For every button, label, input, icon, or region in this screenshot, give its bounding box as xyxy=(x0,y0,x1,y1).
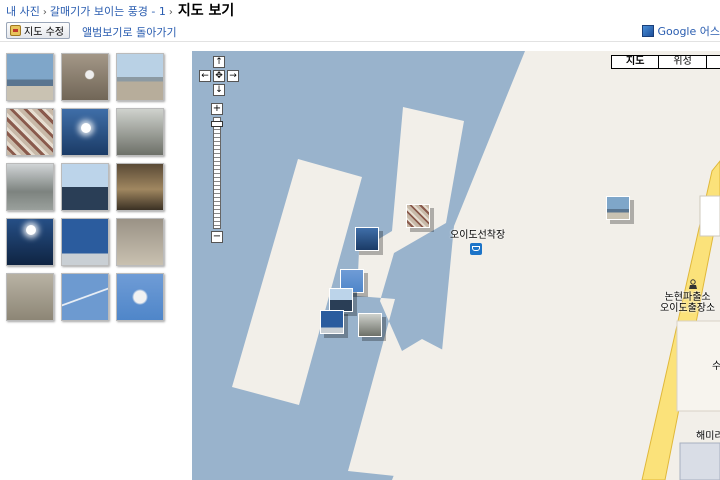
partial-map-label: 해미리 xyxy=(696,431,720,442)
map-photo-marker[interactable] xyxy=(355,227,379,251)
thumbnail-gull-on-beach[interactable] xyxy=(61,53,109,101)
map-type-switcher: 지도 위성 xyxy=(611,55,720,69)
map-type-extra-button[interactable] xyxy=(705,56,720,68)
police-box-label-line1: 논현파출소 xyxy=(664,292,711,303)
page-title: 지도 보기 xyxy=(177,3,235,19)
thumbnail-gulls-on-sand[interactable] xyxy=(6,273,54,321)
breadcrumb: 내 사진 › 갈매기가 보이는 풍경 - 1 › 지도 보기 xyxy=(6,0,235,19)
zoom-in-button[interactable]: + xyxy=(211,103,223,115)
ferry-terminal-label: 오이도선착장 xyxy=(450,230,506,241)
police-box-label-line2: 오이도출장소 xyxy=(660,303,716,314)
thumbnail-sand-birds[interactable] xyxy=(116,218,164,266)
ferry-icon[interactable] xyxy=(470,243,482,255)
thumbnail-gull-sky[interactable] xyxy=(6,53,54,101)
zoom-control: + − xyxy=(211,103,225,243)
map-type-satellite-button[interactable]: 위성 xyxy=(658,56,705,68)
map-photo-marker[interactable] xyxy=(606,196,630,220)
thumbnail-sun-glare-sea[interactable] xyxy=(6,218,54,266)
breadcrumb-separator: › xyxy=(168,7,173,18)
thumbnail-gull-in-flight[interactable] xyxy=(116,273,164,321)
edit-map-label: 지도 수정 xyxy=(24,27,64,38)
zoom-slider[interactable] xyxy=(211,117,223,229)
thumbnail-contrail-sky[interactable] xyxy=(61,273,109,321)
pan-down-button[interactable]: ↓ xyxy=(213,84,225,96)
thumbnail-gull-flock[interactable] xyxy=(6,108,54,156)
back-to-album-link[interactable]: 앨범보기로 돌아가기 xyxy=(82,24,177,40)
google-earth-icon xyxy=(642,25,655,37)
edit-map-button[interactable]: 지도 수정 xyxy=(6,22,70,39)
thumbnail-sun-over-sea[interactable] xyxy=(61,108,109,156)
pan-control: ↑ ← ✥ → ↓ xyxy=(197,56,241,100)
police-box-label: 논현파출소 오이도출장소 xyxy=(660,292,715,314)
breadcrumb-separator: › xyxy=(42,7,47,18)
thumbnail-people-silhouette[interactable] xyxy=(61,163,109,211)
edit-map-icon xyxy=(10,25,21,36)
pan-left-button[interactable]: ← xyxy=(199,70,211,82)
map-canvas[interactable]: 지도 위성 ↑ ← ✥ → ↓ + − 오이도선착장 논현파출소 오이도출장소 … xyxy=(192,51,720,480)
thumbnail-gulls-mudflat[interactable] xyxy=(6,163,54,211)
pan-right-button[interactable]: → xyxy=(227,70,239,82)
map-photo-marker[interactable] xyxy=(358,313,382,337)
map-photo-marker[interactable] xyxy=(329,288,353,312)
building-block xyxy=(679,442,720,480)
pan-up-button[interactable]: ↑ xyxy=(213,56,225,68)
police-icon[interactable] xyxy=(688,279,698,289)
map-tiles xyxy=(192,51,720,480)
map-type-map-button[interactable]: 지도 xyxy=(612,56,658,68)
zoom-slider-handle[interactable] xyxy=(211,121,223,127)
header-divider xyxy=(0,41,720,42)
building-block xyxy=(699,195,720,237)
zoom-out-button[interactable]: − xyxy=(211,231,223,243)
map-photo-marker[interactable] xyxy=(406,204,430,228)
breadcrumb-my-photos[interactable]: 내 사진 xyxy=(6,3,40,19)
thumbnail-sepia-shore[interactable] xyxy=(116,163,164,211)
pan-center-button[interactable]: ✥ xyxy=(213,70,225,82)
thumbnail-birds-on-water[interactable] xyxy=(116,108,164,156)
partial-map-label: 수 xyxy=(712,361,720,372)
thumbnail-blue-sky-shore[interactable] xyxy=(61,218,109,266)
google-earth-link[interactable]: Google 어스 xyxy=(642,23,720,39)
google-earth-label: Google 어스 xyxy=(657,25,720,38)
thumbnail-beach-flat[interactable] xyxy=(116,53,164,101)
breadcrumb-album[interactable]: 갈매기가 보이는 풍경 - 1 xyxy=(50,3,166,19)
map-photo-marker[interactable] xyxy=(320,310,344,334)
